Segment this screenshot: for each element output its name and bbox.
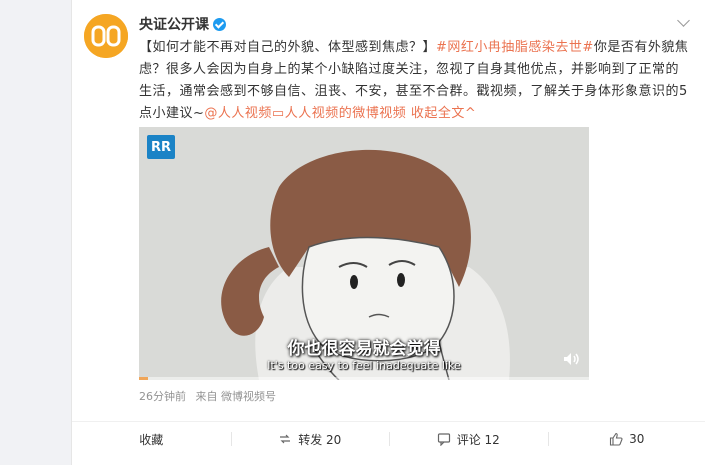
video-player[interactable]: RR 你也很容易就会觉得 It's too easy to feel inade… (139, 127, 589, 380)
post-title: 【如何才能不再对自己的外貌、体型感到焦虑？】 (139, 40, 437, 55)
author-avatar[interactable] (84, 14, 128, 58)
repost-icon (280, 434, 291, 444)
like-label: 30 (629, 432, 645, 446)
video-subtitle-zh: 你也很容易就会觉得 (287, 339, 441, 359)
author-name[interactable]: 央证公开课 (139, 14, 209, 34)
comment-icon (437, 433, 450, 446)
video-progress-bar[interactable] (139, 377, 589, 380)
post-meta: 26分钟前 来自 微博视频号 (139, 388, 282, 404)
repost-label: 转发 20 (298, 432, 342, 447)
action-bar: 收藏 转发 20 评论 12 30 (72, 421, 705, 456)
video-subtitle-en: It's too easy to feel inadequate like (267, 359, 461, 372)
post-text: 【如何才能不再对自己的外貌、体型感到焦虑？】#网红小冉抽脂感染去世#你是否有外貌… (139, 37, 689, 125)
topic-link[interactable]: #网红小冉抽脂感染去世# (436, 40, 594, 55)
post-source[interactable]: 来自 微博视频号 (196, 390, 277, 403)
video-link[interactable]: 人人视频的微博视频 (285, 106, 407, 121)
repost-button[interactable]: 转发 20 (230, 422, 390, 456)
comment-label: 评论 12 (456, 432, 500, 447)
chevron-down-icon[interactable] (677, 14, 690, 27)
mention-link[interactable]: @人人视频 (204, 106, 272, 121)
cctv-logo-icon (84, 14, 128, 58)
post-time[interactable]: 26分钟前 (139, 390, 186, 403)
volume-icon[interactable] (563, 352, 581, 366)
rr-logo-icon: RR (147, 135, 175, 159)
like-button[interactable]: 30 (547, 422, 705, 456)
author-name-row: 央证公开课 (139, 14, 226, 34)
video-progress-fill (139, 377, 148, 380)
collapse-link[interactable]: 收起全文 (411, 106, 465, 121)
comment-button[interactable]: 评论 12 (389, 422, 548, 456)
favorite-button[interactable]: 收藏 (72, 422, 231, 456)
verified-icon (213, 17, 226, 31)
weibo-post-card: 央证公开课 【如何才能不再对自己的外貌、体型感到焦虑？】#网红小冉抽脂感染去世#… (71, 0, 705, 465)
video-link-icon[interactable]: ▭ (272, 106, 285, 121)
favorite-label: 收藏 (139, 432, 164, 447)
thumbs-up-icon (610, 432, 623, 446)
collapse-arrow-icon[interactable]: ^ (465, 106, 476, 121)
